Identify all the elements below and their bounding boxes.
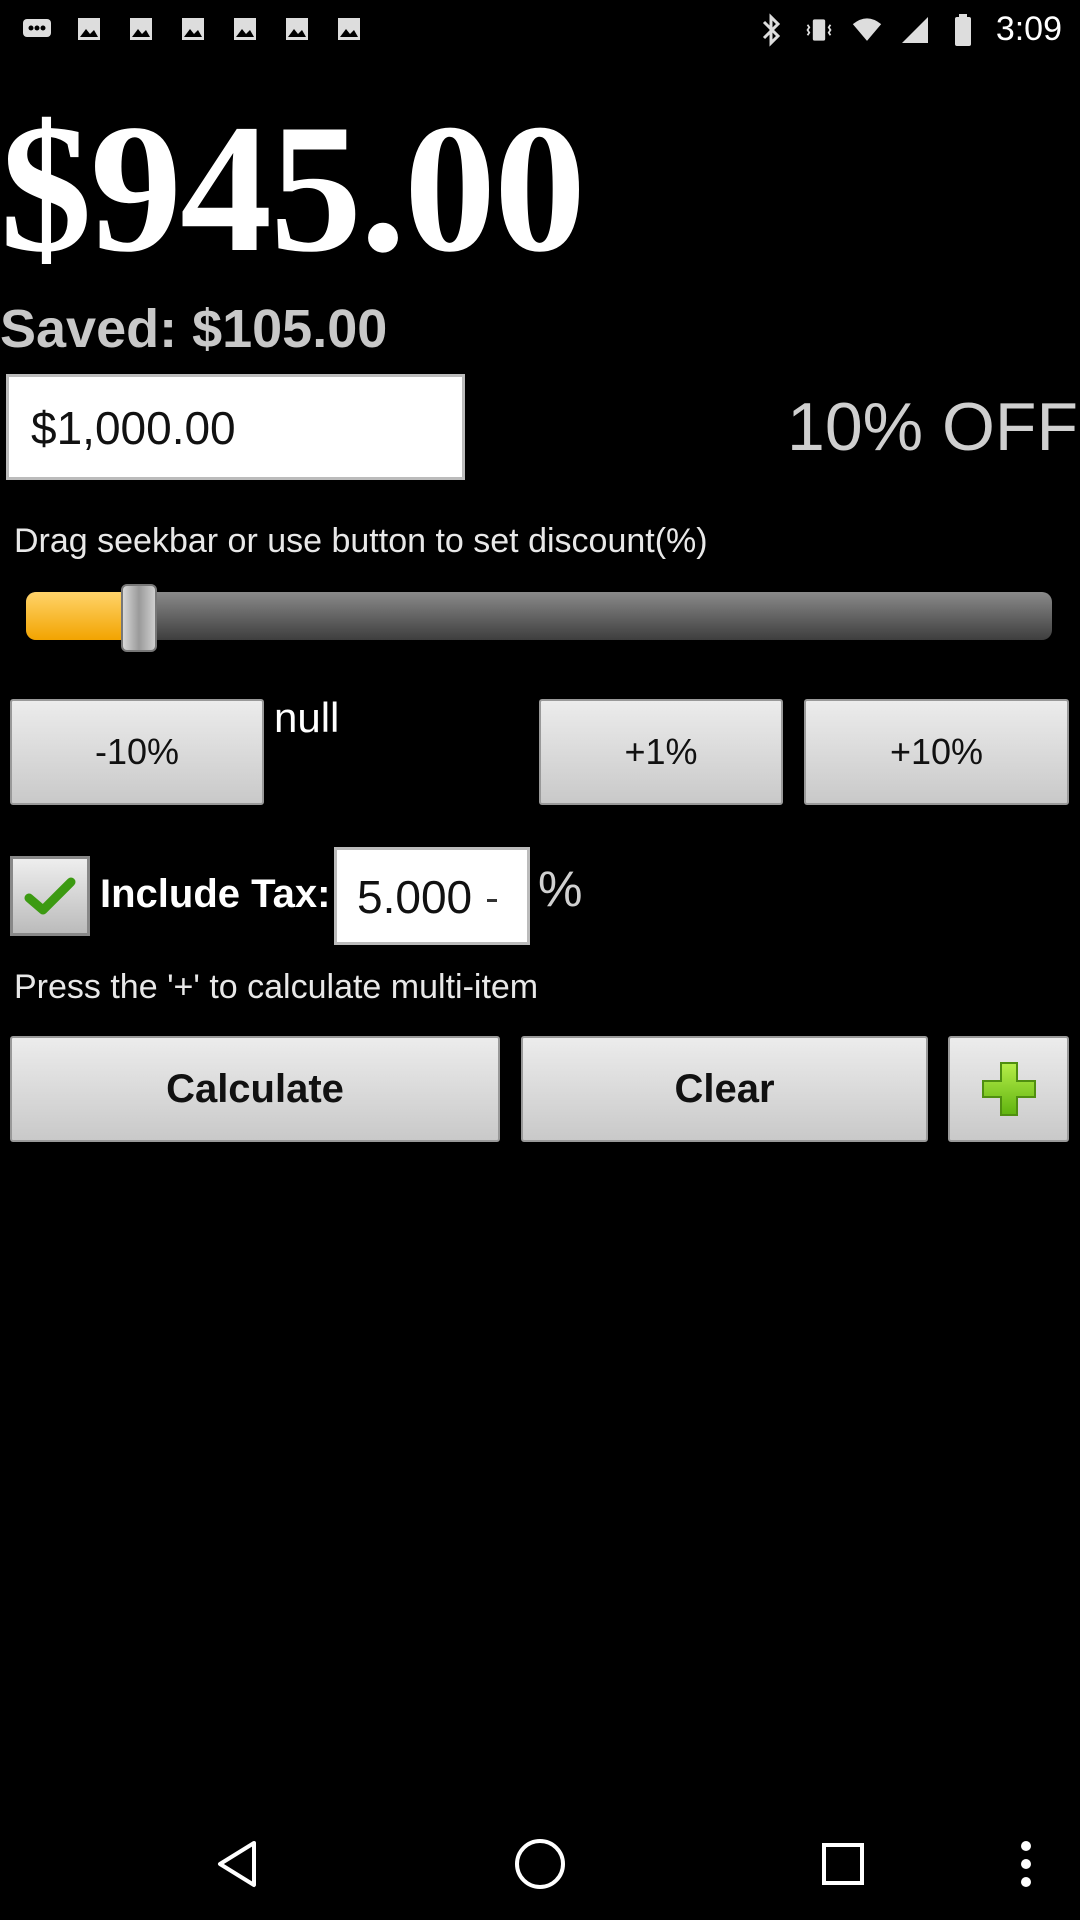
home-icon[interactable] <box>510 1834 570 1894</box>
add-item-button[interactable] <box>948 1036 1069 1142</box>
price-input[interactable]: $1,000.00 <box>6 374 465 480</box>
vibrate-icon <box>804 15 834 45</box>
menu-icon[interactable] <box>996 1834 1056 1894</box>
discount-label: 10% OFF <box>787 389 1078 465</box>
plus-icon <box>981 1062 1036 1116</box>
signal-icon <box>900 15 930 45</box>
minus-10-percent-button[interactable]: -10% <box>10 699 264 805</box>
tax-rate-input[interactable]: 5.000 <box>334 847 530 945</box>
seekbar-track[interactable] <box>26 592 1052 640</box>
status-bar: 3:09 <box>0 0 1080 62</box>
clock: 3:09 <box>995 10 1062 48</box>
plus-10-percent-button[interactable]: +10% <box>804 699 1069 805</box>
tax-percent-unit: % <box>538 861 583 917</box>
discount-seekbar[interactable] <box>26 584 1054 652</box>
image-icon <box>230 14 260 44</box>
image-icon <box>74 14 104 44</box>
tax-rate-value: 5.000 <box>357 871 473 923</box>
image-icon <box>282 14 312 44</box>
image-icon <box>334 14 364 44</box>
system-icons: 3:09 <box>756 10 1062 49</box>
message-icon <box>22 14 52 44</box>
wifi-icon <box>852 15 882 45</box>
plus-1-percent-button[interactable]: +1% <box>539 699 783 805</box>
recents-icon[interactable] <box>813 1834 873 1894</box>
null-label: null <box>274 694 340 741</box>
include-tax-label[interactable]: Include Tax: <box>100 872 330 917</box>
saved-amount: Saved: $105.00 <box>0 299 388 359</box>
include-tax-checkbox[interactable] <box>10 856 90 936</box>
image-icon <box>178 14 208 44</box>
battery-icon <box>948 13 978 46</box>
multi-item-hint: Press the '+' to calculate multi-item <box>14 968 539 1006</box>
total-amount: $945.00 <box>0 86 586 290</box>
navigation-bar <box>0 1806 1080 1920</box>
checkmark-icon <box>24 877 76 915</box>
calculate-button[interactable]: Calculate <box>10 1036 500 1142</box>
notification-icons <box>22 14 364 44</box>
seekbar-hint: Drag seekbar or use button to set discou… <box>14 522 708 560</box>
clear-button[interactable]: Clear <box>521 1036 928 1142</box>
text-cursor <box>487 899 497 902</box>
image-icon <box>126 14 156 44</box>
bluetooth-icon <box>756 12 786 47</box>
seekbar-thumb[interactable] <box>121 584 157 652</box>
back-icon[interactable] <box>207 1834 267 1894</box>
